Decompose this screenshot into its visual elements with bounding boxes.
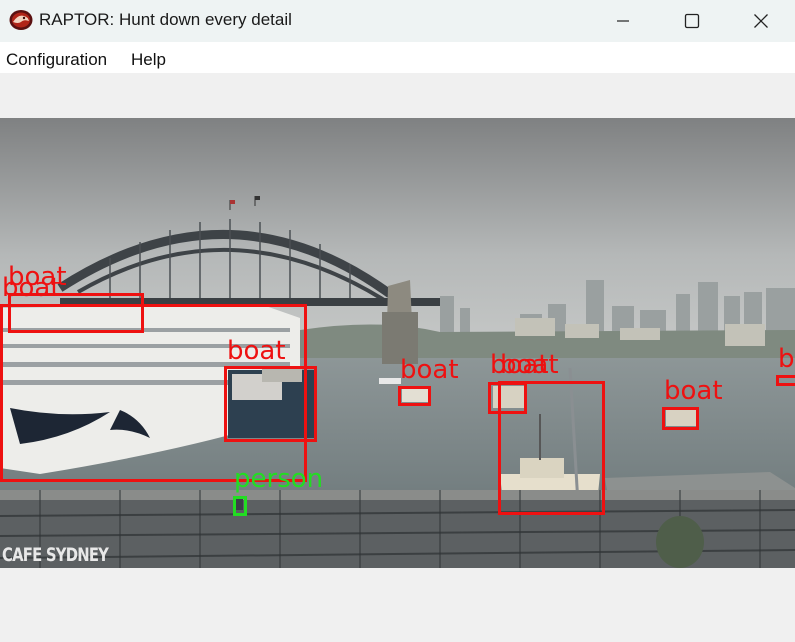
image-viewer[interactable]: boat boat boat boat boat boat boat b per… <box>0 118 795 568</box>
status-area <box>0 568 795 642</box>
menu-help[interactable]: Help <box>131 50 166 70</box>
minimize-button[interactable] <box>588 0 658 42</box>
detection-box <box>233 496 247 516</box>
detection-box <box>224 366 317 442</box>
detection-box <box>776 375 795 386</box>
menu-bar: Configuration Help <box>0 42 795 73</box>
minimize-icon <box>617 20 629 22</box>
detection-label: boat <box>664 376 723 406</box>
close-button[interactable] <box>727 0 795 42</box>
detection-box <box>398 386 431 406</box>
detection-label: boat <box>2 273 61 303</box>
detection-label: boat <box>227 336 286 366</box>
window-title: RAPTOR: Hunt down every detail <box>39 10 292 29</box>
raptor-logo-icon <box>9 9 33 31</box>
detection-box <box>662 407 699 430</box>
maximize-button[interactable] <box>657 0 727 42</box>
menu-configuration[interactable]: Configuration <box>6 50 107 70</box>
detection-label: person <box>234 464 324 494</box>
watermark-text: CAFE SYDNEY <box>2 544 109 566</box>
detection-box <box>498 381 605 515</box>
maximize-icon <box>684 13 700 29</box>
title-bar: RAPTOR: Hunt down every detail <box>0 0 795 42</box>
detection-label: b <box>778 344 795 374</box>
close-icon <box>754 14 768 28</box>
detection-label: boat <box>500 350 559 380</box>
detection-label: boat <box>400 355 459 385</box>
